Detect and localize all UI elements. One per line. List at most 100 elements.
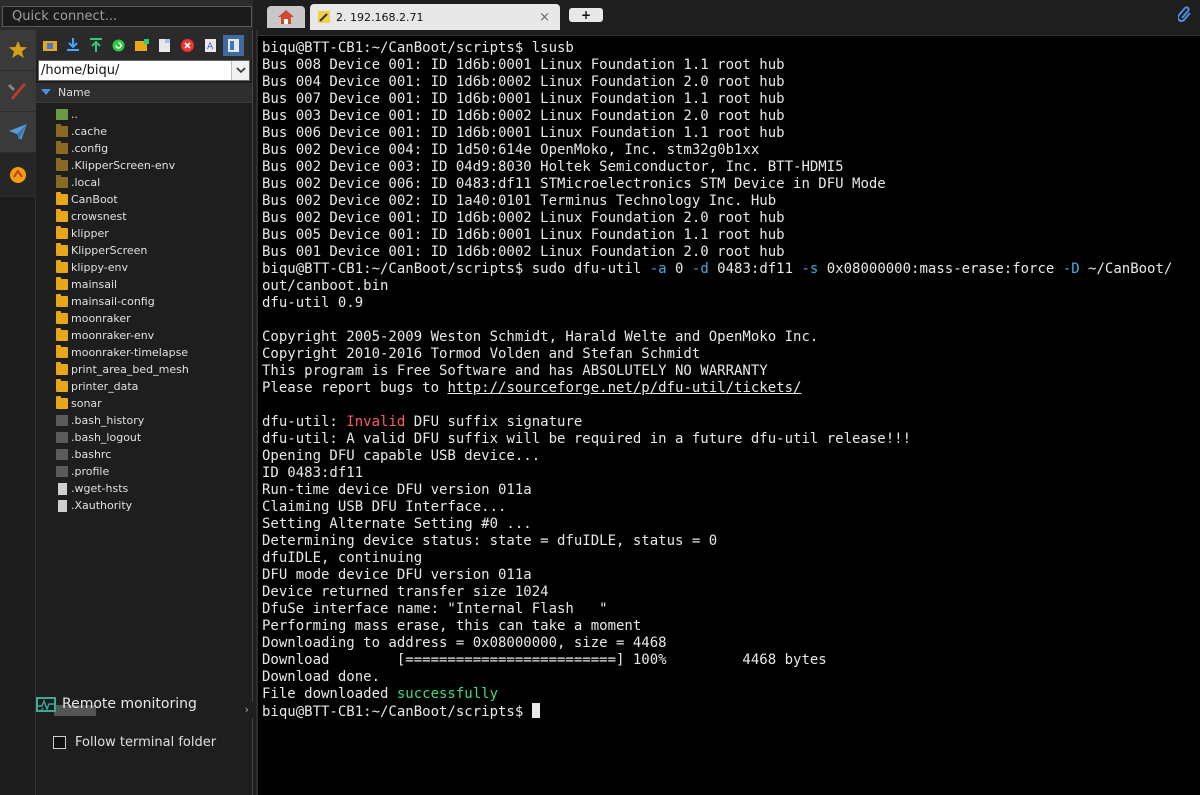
terminal-text: Copyright 2005-2009 Weston Schmidt, Hara… [262,329,819,345]
file-list-item[interactable]: klipper [56,225,252,242]
terminal-line: File downloaded successfully [262,686,1200,703]
properties-button[interactable] [223,34,244,56]
terminal-text: Bus 004 Device 001: ID 1d6b:0002 Linux F… [262,74,785,90]
tools-icon [8,83,26,100]
remote-monitoring-button[interactable]: Remote monitoring [36,696,197,712]
upload-button[interactable] [85,35,106,56]
terminal-text: DfuSe interface name: "Internal Flash " [262,601,608,617]
quick-connect-input[interactable] [2,6,252,27]
file-list-item[interactable]: printer_data [56,378,252,395]
file-list-item[interactable]: .. [56,106,252,123]
terminal-line: Bus 008 Device 001: ID 1d6b:0001 Linux F… [262,57,1200,74]
download-icon [66,38,79,51]
file-list-item[interactable]: klippy-env [56,259,252,276]
terminal-text: -s [801,261,819,277]
file-name: .profile [71,465,110,478]
terminal-text: Bus 002 Device 003: ID 04d9:8030 Holtek … [262,159,844,175]
file-list-item[interactable]: KlipperScreen [56,242,252,259]
new-tab-button[interactable]: + [569,8,603,22]
file-list-item[interactable]: moonraker-env [56,327,252,344]
terminal-line: Bus 002 Device 004: ID 1d50:614e OpenMok… [262,142,1200,159]
tools-tab[interactable] [0,71,36,112]
delete-button[interactable] [177,35,198,56]
terminal-text: -D [1062,261,1080,277]
terminal-text: Downloading to address = 0x08000000, siz… [262,635,667,651]
file-name: .. [71,108,78,121]
file-name: moonraker-env [71,329,155,342]
terminal-line: DfuSe interface name: "Internal Flash " [262,601,1200,618]
terminal-text: Setting Alternate Setting #0 ... [262,516,532,532]
close-tab-icon[interactable]: × [539,10,550,25]
file-list-item[interactable]: mainsail [56,276,252,293]
checkbox-box[interactable] [53,736,66,749]
terminal-text: Claiming USB DFU Interface... [262,499,507,515]
terminal-line: Determining device status: state = dfuID… [262,533,1200,550]
download-button[interactable] [62,35,83,56]
terminal-text: Bus 002 Device 001: ID 1d6b:0002 Linux F… [262,210,785,226]
follow-terminal-folder-checkbox[interactable]: Follow terminal folder [53,735,216,750]
terminal-line: Opening DFU capable USB device... [262,448,1200,465]
file-list-item[interactable]: .bash_logout [56,429,252,446]
file-list-item[interactable]: .local [56,174,252,191]
home-icon [278,10,294,24]
file-list-item[interactable]: sonar [56,395,252,412]
terminal-line: Download [=========================] 100… [262,652,1200,669]
home-tab[interactable] [267,6,305,28]
sftp-tab[interactable] [0,112,36,153]
terminal-output[interactable]: biqu@BTT-CB1:~/CanBoot/scripts$ lsusb Bus… [258,35,1200,795]
sessions-tab[interactable] [0,30,36,71]
folder-icon [56,294,68,307]
file-list-item[interactable]: CanBoot [56,191,252,208]
terminal-line: Bus 002 Device 002: ID 1a40:0101 Terminu… [262,193,1200,210]
session-tab-active[interactable]: 2. 192.168.2.71 × [310,4,560,30]
file-list-item[interactable]: .Xauthority [56,497,252,514]
terminal-text: This program is Free Software and has AB… [262,363,768,379]
path-dropdown-button[interactable] [231,61,249,80]
terminal-text: Bus 005 Device 001: ID 1d6b:0001 Linux F… [262,227,785,243]
terminal-text: Bus 006 Device 001: ID 1d6b:0001 Linux F… [262,125,785,141]
path-combobox[interactable]: /home/biqu/ [38,60,250,81]
file-list-item[interactable]: .profile [56,463,252,480]
circle-icon [10,166,26,183]
new-file-button[interactable] [154,35,175,56]
file-name: .wget-hsts [71,482,129,495]
macros-tab[interactable] [0,153,36,197]
folder-icon [56,311,68,324]
file-icon [58,499,67,512]
file-list-item[interactable]: .config [56,140,252,157]
file-list-item[interactable]: .cache [56,123,252,140]
file-list-item[interactable]: mainsail-config [56,293,252,310]
file-list-item[interactable]: .bashrc [56,446,252,463]
attachment-button[interactable] [1176,6,1192,27]
terminal-line: Bus 002 Device 001: ID 1d6b:0002 Linux F… [262,210,1200,227]
terminal-line: Claiming USB DFU Interface... [262,499,1200,516]
scroll-right-arrow[interactable]: › [245,703,249,716]
folder-icon [56,345,68,358]
file-list-item[interactable]: .wget-hsts [56,480,252,497]
terminal-text: http://sourceforge.net/p/dfu-util/ticket… [447,380,802,396]
terminal-line: DFU mode device DFU version 011a [262,567,1200,584]
terminal-text: dfu-util: [262,414,347,430]
folder-icon [56,396,68,409]
file-list-item[interactable]: moonraker [56,310,252,327]
file-list-item[interactable]: moonraker-timelapse [56,344,252,361]
file-name: crowsnest [71,210,127,223]
hidden-file-icon [56,432,68,443]
rename-button[interactable]: A [200,35,221,56]
file-list-item[interactable]: crowsnest [56,208,252,225]
new-folder-button[interactable] [131,35,152,56]
name-column-header[interactable]: Name [36,83,252,103]
refresh-button[interactable] [108,35,129,56]
file-list-item[interactable]: .KlipperScreen-env [56,157,252,174]
file-name: .local [71,176,101,189]
new-file-icon [159,38,170,52]
parent-folder-button[interactable] [39,35,60,56]
file-name: CanBoot [71,193,118,206]
file-name: mainsail [71,278,118,291]
folder-icon [56,379,68,392]
file-list-item[interactable]: .bash_history [56,412,252,429]
file-browser-panel: A /home/biqu/ Name .. .cache .config .Klipp… [36,30,253,795]
remote-monitoring-label: Remote monitoring [62,696,197,712]
file-list-item[interactable]: print_area_bed_mesh [56,361,252,378]
